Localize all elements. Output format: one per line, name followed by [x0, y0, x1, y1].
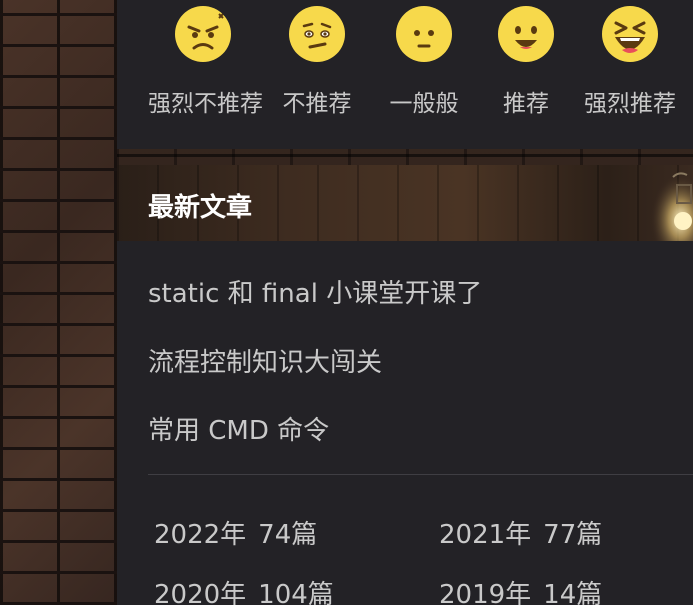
- archive-link-2020[interactable]: 2020年 104篇: [154, 574, 334, 605]
- archive-count: 14篇: [543, 580, 603, 605]
- archive-link-2021[interactable]: 2021年 77篇: [439, 514, 602, 551]
- section-title: 最新文章: [148, 193, 253, 223]
- reaction-not-recommend[interactable]: 不推荐: [262, 6, 372, 118]
- lamp-icon: [643, 165, 693, 241]
- smiling-face-icon: [498, 6, 554, 62]
- neutral-face-icon: [396, 6, 452, 62]
- brick-wall-background: [0, 0, 117, 605]
- divider: [148, 474, 693, 475]
- latest-articles-panel: static 和 final 小课堂开课了 流程控制知识大闯关 常用 CMD 命…: [117, 241, 693, 605]
- reaction-recommend[interactable]: 推荐: [471, 6, 581, 118]
- reaction-label: 强烈推荐: [584, 91, 676, 117]
- archive-count: 104篇: [258, 580, 334, 605]
- reaction-neutral[interactable]: 一般般: [369, 6, 479, 118]
- archive-count: 77篇: [543, 520, 603, 550]
- archive-link-2019[interactable]: 2019年 14篇: [439, 574, 602, 605]
- archive-count: 74篇: [258, 520, 318, 550]
- article-link[interactable]: 流程控制知识大闯关: [148, 342, 382, 379]
- reaction-strongly-recommend[interactable]: 强烈推荐: [575, 6, 685, 118]
- angry-face-icon: [175, 6, 231, 62]
- archive-year: 2020年: [154, 580, 247, 605]
- article-link[interactable]: 常用 CMD 命令: [148, 410, 329, 447]
- reaction-label: 不推荐: [282, 91, 352, 117]
- latest-articles-header: 最新文章: [117, 165, 693, 241]
- reaction-panel: 强烈不推荐 不推荐 一般般 推荐 强烈推荐: [117, 0, 693, 149]
- laughing-face-icon: [602, 6, 658, 62]
- archive-year: 2019年: [439, 580, 532, 605]
- archive-link-2022[interactable]: 2022年 74篇: [154, 514, 317, 551]
- article-link[interactable]: static 和 final 小课堂开课了: [148, 273, 482, 310]
- reaction-label: 一般般: [389, 91, 459, 117]
- archive-year: 2022年: [154, 520, 247, 550]
- archive-year: 2021年: [439, 520, 532, 550]
- confused-face-icon: [289, 6, 345, 62]
- reaction-label: 推荐: [503, 91, 549, 117]
- reaction-label: 强烈不推荐: [148, 91, 263, 117]
- reaction-strongly-not-recommend[interactable]: 强烈不推荐: [148, 6, 263, 118]
